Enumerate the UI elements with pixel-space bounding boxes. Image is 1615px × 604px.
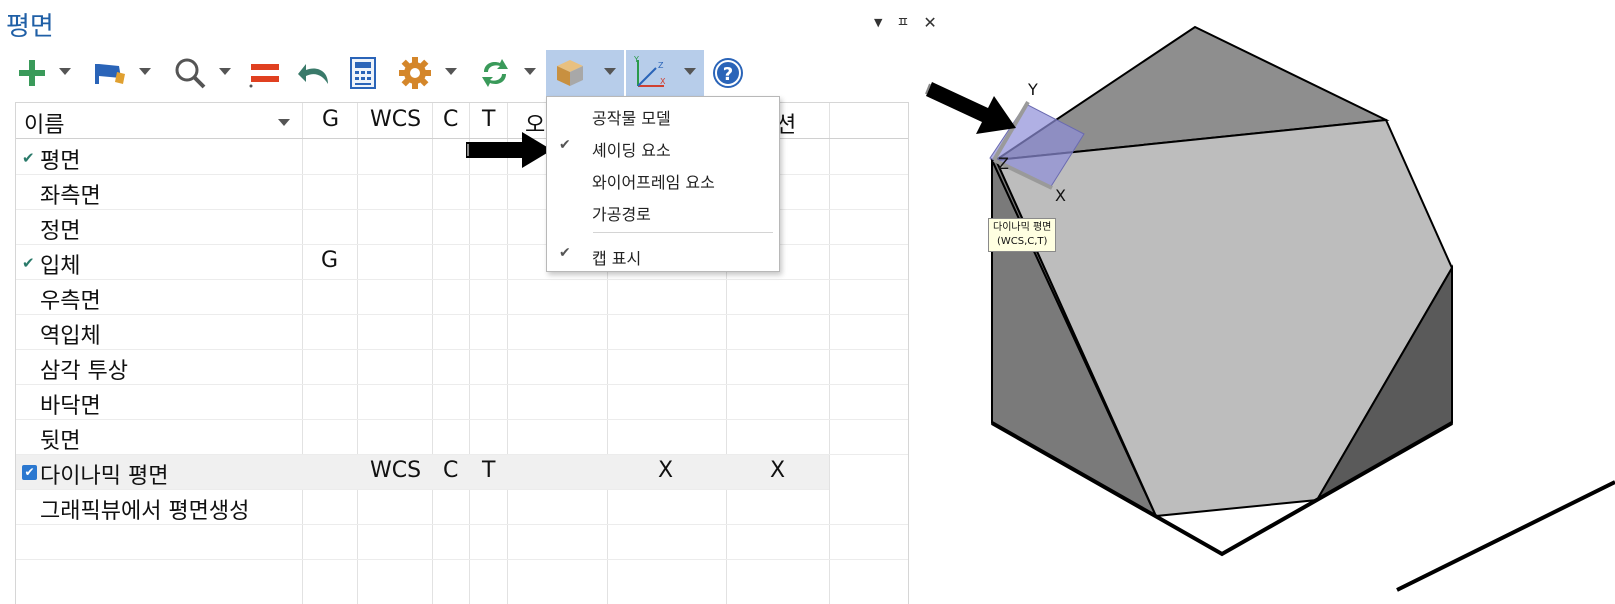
axes-icon: Y ZX (633, 56, 666, 87)
annotation-arrow-icon (926, 82, 1016, 134)
row-name: 좌측면 (40, 184, 101, 209)
help-button[interactable]: ? (708, 50, 748, 96)
equal-icon (249, 64, 279, 88)
row-name: 삼각 투상 (40, 359, 128, 384)
undo-icon (298, 64, 328, 84)
flag-orient-icon (95, 64, 125, 84)
panel-title: 평면 (6, 12, 54, 42)
row-c-value: C (443, 458, 459, 483)
dynamic-plane-tooltip: 다이나믹 평면 (WCS,C,T) (988, 218, 1057, 252)
row-wcs-value: WCS (370, 458, 422, 483)
menu-separator (593, 232, 773, 233)
panel-pin-icon[interactable]: ㅍ (896, 12, 909, 32)
svg-text:Y: Y (633, 56, 639, 64)
gear-icon (399, 57, 431, 89)
table-row[interactable]: 삼각 투상 (16, 350, 908, 385)
add-plane-button[interactable] (12, 50, 52, 96)
row-name: 다이나믹 평면 (40, 464, 169, 489)
row-t-value: T (482, 458, 496, 483)
column-header-t[interactable]: T (482, 107, 495, 132)
table-row-empty (16, 525, 908, 560)
table-row[interactable]: 그래픽뷰에서 평면생성 (16, 490, 908, 525)
row-name: 정면 (40, 219, 81, 244)
row-checkbox-icon[interactable]: ✔ (22, 465, 37, 480)
svg-text:X: X (660, 77, 666, 86)
add-plane-icon (19, 60, 45, 86)
row-name: 우측면 (40, 289, 101, 314)
table-row[interactable]: 바닥면 (16, 385, 908, 420)
menu-item-toolpaths[interactable]: 가공경로 (547, 195, 779, 227)
table-row-selected[interactable]: ✔ 다이나믹 평면 WCS C T X X (16, 455, 829, 490)
row-x1-value: X (658, 458, 674, 483)
row-name: 그래픽뷰에서 평면생성 (40, 499, 250, 524)
column-header-name[interactable]: 이름 (24, 107, 64, 139)
refresh-button[interactable] (474, 50, 516, 96)
calculator-button[interactable] (344, 50, 382, 96)
settings-dropdown-icon[interactable] (445, 68, 457, 75)
plane-orient-dropdown-icon[interactable] (139, 68, 151, 75)
row-check-icon[interactable]: ✔ (22, 149, 35, 167)
refresh-dropdown-icon[interactable] (524, 68, 536, 75)
svg-text:?: ? (723, 64, 733, 85)
column-header-c[interactable]: C (443, 107, 458, 132)
settings-button[interactable] (394, 50, 436, 96)
graphics-viewport[interactable] (912, 0, 1615, 604)
undo-button[interactable] (294, 50, 334, 96)
toolbar: Y ZX ? (12, 50, 772, 96)
panel-menu-dropdown-icon[interactable]: ▼ (874, 16, 882, 29)
refresh-icon (482, 59, 508, 87)
equal-button[interactable] (246, 50, 284, 96)
gnomon-x-label: X (1055, 186, 1066, 205)
display-options-dropdown-icon[interactable] (604, 68, 616, 75)
column-header-g[interactable]: G (322, 107, 339, 132)
row-name: 입체 (40, 254, 81, 279)
table-row[interactable]: 뒷면 (16, 420, 908, 455)
menu-item-show-caps[interactable]: ✔ 캡 표시 (547, 239, 779, 271)
annotation-arrow-icon (466, 132, 552, 168)
table-row-empty (16, 560, 908, 595)
calculator-icon (350, 57, 376, 89)
axes-dropdown-icon[interactable] (684, 68, 696, 75)
row-name: 뒷면 (40, 429, 81, 454)
gnomon-y-label: Y (1028, 80, 1038, 99)
row-x2-value: X (770, 458, 786, 483)
menu-check-icon: ✔ (559, 245, 571, 261)
row-name: 평면 (40, 149, 81, 174)
row-check-icon[interactable]: ✔ (22, 254, 35, 272)
row-g-value: G (321, 248, 339, 273)
zoom-search-dropdown-icon[interactable] (219, 68, 231, 75)
row-name: 역입체 (40, 324, 101, 349)
help-icon: ? (713, 58, 743, 88)
menu-item-wireframe-entities[interactable]: 와이어프레임 요소 (547, 163, 779, 195)
plane-orient-button[interactable] (88, 50, 130, 96)
display-options-menu: 공작물 모델 ✔ 셰이딩 요소 와이어프레임 요소 가공경로 ✔ 캡 표시 (546, 96, 780, 272)
table-row[interactable]: 역입체 (16, 315, 908, 350)
table-row[interactable]: 우측면 (16, 280, 908, 315)
svg-text:Z: Z (658, 61, 664, 70)
zoom-search-icon (175, 58, 206, 89)
floor-edge-line (1396, 480, 1615, 592)
column-header-wcs[interactable]: WCS (370, 107, 421, 132)
shaded-box-icon (557, 60, 583, 86)
solid-bottom-front-edge (1155, 515, 1223, 555)
menu-check-icon: ✔ (559, 137, 571, 153)
column-sort-dropdown-icon[interactable] (278, 119, 290, 126)
zoom-search-button[interactable] (170, 50, 210, 96)
add-plane-dropdown-icon[interactable] (59, 68, 71, 75)
menu-item-shading-entities[interactable]: ✔ 셰이딩 요소 (547, 131, 779, 163)
row-name: 바닥면 (40, 394, 101, 419)
gnomon-z-label: Z (998, 154, 1009, 173)
menu-item-workpiece-model[interactable]: 공작물 모델 (547, 99, 779, 131)
